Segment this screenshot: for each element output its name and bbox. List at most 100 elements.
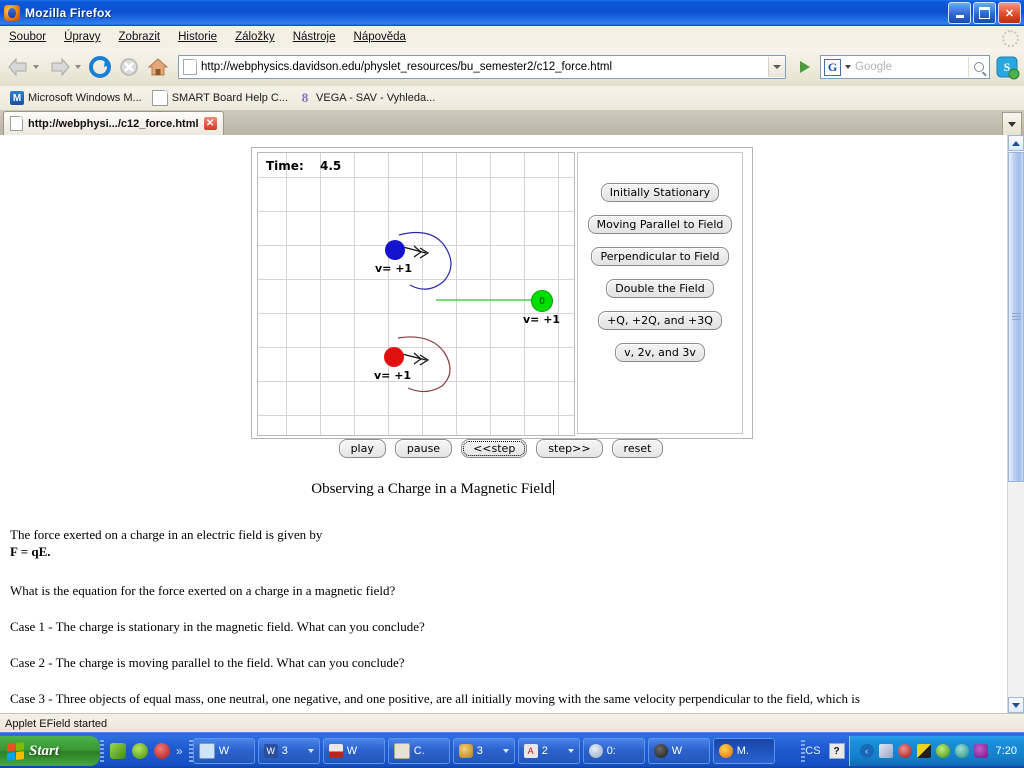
- perpendicular-to-field-button[interactable]: Perpendicular to Field: [591, 247, 729, 266]
- task-button-7[interactable]: 0:: [582, 738, 645, 764]
- back-button[interactable]: [6, 56, 30, 78]
- menu-zobrazit[interactable]: Zobrazit: [110, 29, 170, 45]
- bookmark-smart-board-help[interactable]: SMART Board Help C...: [151, 90, 288, 106]
- search-engine-dropdown-icon[interactable]: [845, 65, 851, 69]
- app-icon: [393, 743, 410, 759]
- address-dropdown-button[interactable]: [768, 57, 785, 77]
- reset-button[interactable]: reset: [611, 439, 664, 458]
- menu-nastroje[interactable]: Nástroje: [284, 29, 345, 45]
- quicklaunch-icon-2[interactable]: [132, 743, 148, 759]
- step-forward-button[interactable]: step>>: [536, 439, 603, 458]
- simulation-canvas[interactable]: Time: 4.5 v= +1 0 v= +1 v= +1: [257, 152, 575, 436]
- pause-button[interactable]: pause: [394, 439, 453, 458]
- tab-list-button[interactable]: [1002, 112, 1022, 135]
- maximize-button[interactable]: [973, 2, 996, 24]
- menu-zobrazit-label: Zobrazit: [118, 31, 161, 43]
- menu-upravy[interactable]: Úpravy: [55, 29, 109, 45]
- menu-zalozky[interactable]: Záložky: [226, 29, 284, 45]
- reload-button[interactable]: [87, 54, 113, 80]
- task-button-8[interactable]: W: [647, 738, 710, 764]
- forward-dropdown-icon[interactable]: [75, 65, 81, 69]
- google-icon[interactable]: G: [824, 58, 841, 76]
- chevron-down-icon[interactable]: [307, 749, 314, 753]
- page-icon: [151, 90, 168, 106]
- go-button[interactable]: [793, 55, 817, 79]
- search-submit-button[interactable]: [968, 57, 989, 77]
- task-button-4[interactable]: C.: [387, 738, 450, 764]
- back-dropdown-icon[interactable]: [33, 65, 39, 69]
- charges-q-2q-3q-button[interactable]: +Q, +2Q, and +3Q: [598, 311, 722, 330]
- red-charge-velocity-label: v= +1: [374, 369, 412, 382]
- task-label: 3: [476, 745, 483, 757]
- language-indicator[interactable]: CS: [805, 745, 820, 757]
- task-label: C.: [413, 745, 425, 757]
- tab-c12-force[interactable]: http://webphysi.../c12_force.html ✕: [3, 111, 224, 135]
- menu-soubor[interactable]: Soubor: [0, 29, 55, 45]
- tray-expand-icon[interactable]: ‹: [859, 744, 874, 758]
- spiral-icon[interactable]: [954, 744, 969, 758]
- task-label: 0:: [606, 745, 616, 757]
- quicklaunch-overflow-icon[interactable]: »: [176, 744, 183, 758]
- chevron-down-icon[interactable]: [567, 749, 574, 753]
- double-the-field-button[interactable]: Double the Field: [606, 279, 714, 298]
- case-3-line: Case 3 - Three objects of equal mass, on…: [10, 691, 860, 706]
- stop-button[interactable]: [116, 54, 142, 80]
- task-button-6[interactable]: A 2: [517, 738, 580, 764]
- display-icon[interactable]: [916, 744, 931, 758]
- minimize-button[interactable]: [948, 2, 971, 24]
- forward-button[interactable]: [48, 56, 72, 78]
- checkmark-icon[interactable]: [935, 744, 950, 758]
- window-title: Mozilla Firefox: [25, 6, 112, 20]
- save-icon: [328, 744, 343, 758]
- red-charge[interactable]: [384, 347, 404, 367]
- page-scrollbar[interactable]: [1007, 135, 1024, 713]
- moving-parallel-to-field-button[interactable]: Moving Parallel to Field: [587, 215, 733, 234]
- bookmark-vega-sav[interactable]: 8 VEGA - SAV - Vyhleda...: [298, 90, 436, 105]
- playback-controls: play pause <<step step>> reset: [251, 439, 751, 458]
- clock[interactable]: 7:20: [996, 745, 1017, 757]
- task-button-2[interactable]: W 3: [257, 738, 320, 764]
- menu-napoveda[interactable]: Nápověda: [345, 29, 415, 45]
- tab-close-icon[interactable]: ✕: [203, 117, 217, 130]
- system-tray: ‹ 7:20: [848, 736, 1024, 766]
- address-input[interactable]: http://webphysics.davidson.edu/physlet_r…: [201, 61, 768, 73]
- start-label: Start: [29, 742, 60, 759]
- close-button[interactable]: ✕: [998, 2, 1021, 24]
- play-button[interactable]: play: [338, 439, 386, 458]
- network-icon[interactable]: [878, 744, 893, 758]
- tab-label: http://webphysi.../c12_force.html: [28, 117, 199, 130]
- initially-stationary-button[interactable]: Initially Stationary: [600, 183, 720, 202]
- menu-historie[interactable]: Historie: [169, 29, 226, 45]
- start-button[interactable]: Start: [0, 736, 100, 766]
- search-input[interactable]: Google: [855, 61, 968, 73]
- task-label: W: [218, 745, 230, 757]
- chevron-down-icon[interactable]: [502, 749, 509, 753]
- antivirus-icon[interactable]: [897, 744, 912, 758]
- task-button-1[interactable]: W: [192, 738, 255, 764]
- bookmark-microsoft-windows[interactable]: M Microsoft Windows M...: [10, 91, 142, 105]
- skype-toolbar-icon[interactable]: S: [994, 54, 1020, 80]
- task-label: W: [671, 745, 683, 757]
- home-button[interactable]: [145, 54, 171, 80]
- quicklaunch-icon-3[interactable]: [154, 743, 170, 759]
- scrollbar-thumb[interactable]: [1008, 152, 1024, 482]
- window-controls: ✕: [948, 2, 1024, 24]
- blue-charge[interactable]: [385, 240, 405, 260]
- language-bar: CS ?: [805, 743, 848, 759]
- velocities-v-2v-3v-button[interactable]: v, 2v, and 3v: [615, 343, 705, 362]
- quicklaunch-icon-1[interactable]: [110, 743, 126, 759]
- help-badge-icon[interactable]: ?: [828, 743, 845, 759]
- scroll-down-button[interactable]: [1008, 697, 1024, 713]
- task-button-firefox[interactable]: M.: [712, 738, 775, 764]
- task-label: W: [346, 745, 358, 757]
- time-value: 4.5: [320, 159, 342, 173]
- step-back-button[interactable]: <<step: [461, 439, 528, 458]
- task-button-5[interactable]: 3: [452, 738, 515, 764]
- search-bar[interactable]: G Google: [820, 55, 990, 79]
- bookmark-label: VEGA - SAV - Vyhleda...: [316, 92, 436, 104]
- address-bar[interactable]: http://webphysics.davidson.edu/physlet_r…: [178, 55, 786, 79]
- scroll-up-button[interactable]: [1008, 135, 1024, 151]
- green-charge[interactable]: 0: [531, 290, 553, 312]
- opera-icon[interactable]: [973, 744, 988, 758]
- task-button-3[interactable]: W: [322, 738, 385, 764]
